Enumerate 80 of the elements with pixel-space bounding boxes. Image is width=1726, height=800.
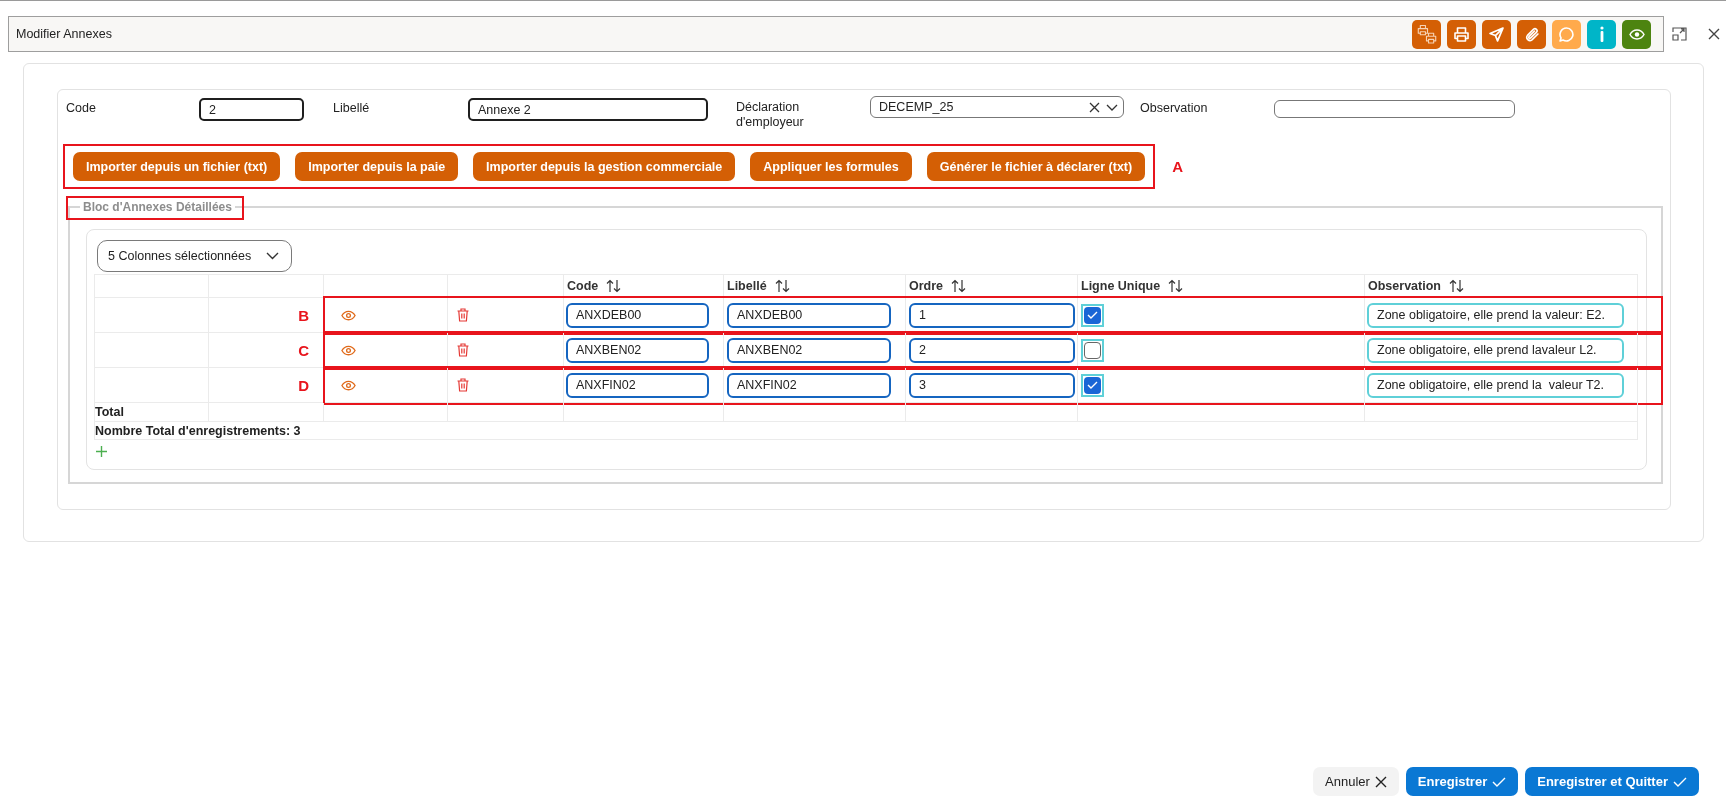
save-button[interactable]: Enregistrer et Quitter — [1525, 767, 1699, 796]
column-picker-dropdown[interactable]: 5 Colonnes sélectionnées — [97, 240, 292, 272]
annotation-label: B — [298, 306, 309, 324]
eye-icon[interactable] — [341, 379, 356, 391]
check-icon — [1087, 381, 1098, 389]
field-label: Déclaration d'employeur — [736, 100, 805, 130]
text-field[interactable]: Annexe 2 — [468, 98, 708, 121]
column-header[interactable]: Libellé — [727, 279, 767, 293]
print-button[interactable] — [1447, 19, 1476, 49]
sort-icon[interactable] — [606, 279, 622, 293]
chevron-down-icon — [1106, 103, 1118, 111]
total-label: Total — [95, 405, 124, 419]
eye-icon — [1628, 28, 1645, 40]
text-field[interactable]: ANXBEN02 — [727, 337, 891, 363]
action-button[interactable]: Importer depuis la gestion commerciale — [473, 152, 736, 181]
field-label: Code — [66, 101, 96, 116]
paper-plane-icon — [1489, 26, 1504, 42]
text-field[interactable]: ANXDEB00 — [727, 302, 891, 328]
text-field[interactable]: ANXDEB00 — [566, 302, 709, 328]
action-button[interactable]: Générer le fichier à déclarer (txt) — [926, 152, 1146, 181]
trash-icon[interactable] — [457, 378, 469, 392]
chat-bubble-icon — [1559, 26, 1574, 42]
annotation-label: D — [298, 376, 309, 394]
trash-icon[interactable] — [457, 308, 469, 322]
eye-icon[interactable] — [341, 344, 356, 356]
annotation-label: C — [298, 341, 309, 359]
text-field[interactable]: ANXFIN02 — [566, 372, 709, 398]
checkbox[interactable] — [1081, 338, 1104, 362]
sort-icon[interactable] — [1448, 279, 1464, 293]
text-field[interactable]: 2 — [199, 98, 304, 121]
view-button[interactable] — [1622, 19, 1651, 49]
field-label: Observation — [1140, 101, 1208, 116]
text-field[interactable] — [1274, 100, 1515, 118]
column-header[interactable]: Ligne Unique — [1081, 279, 1161, 293]
close-icon — [1374, 775, 1387, 788]
record-count: Nombre Total d'enregistrements: 3 — [95, 423, 301, 438]
paperclip-icon — [1524, 26, 1539, 42]
check-icon — [1673, 776, 1687, 787]
text-field[interactable]: 2 — [909, 337, 1075, 363]
sort-icon[interactable] — [774, 279, 790, 293]
checkbox[interactable] — [1081, 373, 1104, 397]
section-legend: Bloc d'Annexes Détaillées — [83, 200, 232, 214]
cancel-button[interactable]: Annuler — [1313, 767, 1399, 796]
printers-icon — [1416, 24, 1437, 44]
info-button[interactable] — [1587, 19, 1616, 49]
eye-icon[interactable] — [341, 309, 356, 321]
text-field[interactable]: ANXFIN02 — [727, 372, 891, 398]
text-field[interactable]: Zone obligatoire, elle prend la valeur: E2. — [1367, 302, 1624, 328]
action-button[interactable]: Appliquer les formules — [750, 152, 912, 181]
add-icon[interactable] — [96, 445, 107, 457]
print-icon — [1454, 26, 1469, 42]
send-button[interactable] — [1482, 19, 1511, 49]
sort-icon[interactable] — [1168, 279, 1184, 293]
text-field[interactable]: 1 — [909, 302, 1075, 328]
text-field[interactable]: 3 — [909, 372, 1075, 398]
action-button[interactable]: Importer depuis la paie — [295, 152, 459, 181]
dropdown-field[interactable]: DECEMP_25 — [870, 96, 1124, 118]
column-header[interactable]: Ordre — [909, 279, 944, 293]
clear-icon[interactable] — [1089, 101, 1100, 113]
column-header[interactable]: Observation — [1368, 279, 1441, 293]
close-icon[interactable] — [1708, 28, 1720, 40]
action-button[interactable]: Importer depuis un fichier (txt) — [73, 152, 281, 181]
text-field[interactable]: Zone obligatoire, elle prend la valeur T2. — [1367, 372, 1624, 398]
batch-print-button[interactable] — [1412, 19, 1441, 49]
expand-icon[interactable] — [1672, 27, 1687, 41]
checkbox[interactable] — [1081, 303, 1104, 327]
text-field[interactable]: ANXBEN02 — [566, 337, 709, 363]
column-header[interactable]: Code — [567, 279, 599, 293]
annotation-label: A — [1172, 158, 1184, 175]
check-icon — [1492, 776, 1507, 787]
chevron-down-icon — [266, 252, 279, 260]
field-label: Libellé — [333, 101, 370, 116]
attach-button[interactable] — [1517, 19, 1546, 49]
save-button[interactable]: Enregistrer — [1405, 767, 1519, 796]
info-icon — [1599, 26, 1604, 42]
check-icon — [1087, 311, 1098, 319]
window-title: Modifier Annexes — [16, 27, 112, 41]
sort-icon[interactable] — [951, 279, 967, 293]
text-field[interactable]: Zone obligatoire, elle prend lavaleur L2. — [1367, 337, 1624, 363]
trash-icon[interactable] — [457, 343, 469, 357]
